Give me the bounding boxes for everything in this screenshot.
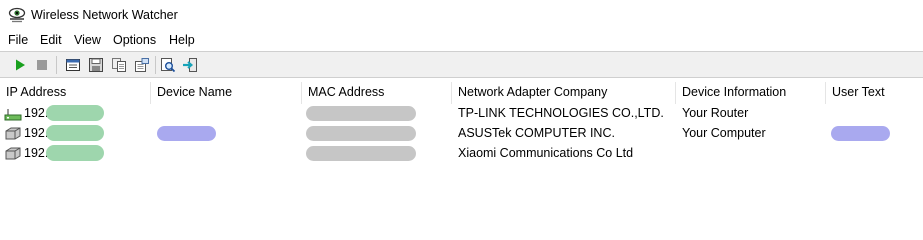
properties-icon xyxy=(135,58,149,72)
copy-button[interactable] xyxy=(110,56,128,74)
exit-button[interactable] xyxy=(181,56,199,74)
adapter-company: Xiaomi Communications Co Ltd xyxy=(458,146,634,160)
redacted-ip xyxy=(46,145,104,161)
redacted-ip xyxy=(46,125,104,141)
device-information: Your Router xyxy=(682,106,749,120)
window-title: Wireless Network Watcher xyxy=(31,8,178,22)
redacted-mac-address xyxy=(306,146,416,161)
menu-bar: File Edit View Options Help xyxy=(0,31,923,51)
ip-address-prefix: 192. xyxy=(24,146,49,160)
redacted-mac-address xyxy=(306,126,416,141)
save-icon xyxy=(89,58,103,72)
column-header-device-name[interactable]: Device Name xyxy=(151,82,302,104)
toolbar-separator xyxy=(56,56,57,74)
toolbar xyxy=(0,51,923,78)
column-header-mac-address[interactable]: MAC Address xyxy=(302,82,452,104)
column-header-user-text[interactable]: User Text xyxy=(826,82,923,104)
table-row[interactable]: 192. TP-LINK TECHNOLOGIES CO.,LTD. Your … xyxy=(0,104,923,123)
title-bar: Wireless Network Watcher xyxy=(0,0,923,31)
find-icon xyxy=(161,58,176,73)
copy-icon xyxy=(112,58,126,72)
eye-network-icon xyxy=(8,7,26,23)
menu-view[interactable]: View xyxy=(74,33,101,47)
ip-address-prefix: 192. xyxy=(24,126,49,140)
router-icon xyxy=(4,109,22,121)
device-information: Your Computer xyxy=(682,126,766,140)
start-scan-button[interactable] xyxy=(11,56,29,74)
device-icon xyxy=(5,147,21,160)
column-header-ip-address[interactable]: IP Address xyxy=(0,82,151,104)
exit-icon xyxy=(183,58,197,72)
play-icon xyxy=(16,59,25,71)
menu-edit[interactable]: Edit xyxy=(40,33,62,47)
table-row[interactable]: 192. ASUSTek COMPUTER INC. Your Computer xyxy=(0,124,923,143)
menu-help[interactable]: Help xyxy=(169,33,195,47)
redacted-ip xyxy=(46,105,104,121)
column-header-adapter-company[interactable]: Network Adapter Company xyxy=(452,82,676,104)
toolbar-separator xyxy=(155,56,156,74)
find-button[interactable] xyxy=(159,56,177,74)
list-header: IP Address Device Name MAC Address Netwo… xyxy=(0,82,923,104)
menu-file[interactable]: File xyxy=(8,33,28,47)
column-header-device-information[interactable]: Device Information xyxy=(676,82,826,104)
adapter-company: TP-LINK TECHNOLOGIES CO.,LTD. xyxy=(458,106,664,120)
computer-icon xyxy=(5,127,21,140)
ip-address-prefix: 192. xyxy=(24,106,49,120)
menu-options[interactable]: Options xyxy=(113,33,156,47)
redacted-mac-address xyxy=(306,106,416,121)
save-button[interactable] xyxy=(87,56,105,74)
html-report-icon xyxy=(66,59,80,71)
stop-icon xyxy=(37,60,47,70)
html-report-button[interactable] xyxy=(64,56,82,74)
table-row[interactable]: 192. Xiaomi Communications Co Ltd xyxy=(0,144,923,163)
redacted-device-name xyxy=(157,126,216,141)
stop-scan-button[interactable] xyxy=(33,56,51,74)
properties-button[interactable] xyxy=(133,56,151,74)
adapter-company: ASUSTek COMPUTER INC. xyxy=(458,126,615,140)
redacted-user-text xyxy=(831,126,890,141)
